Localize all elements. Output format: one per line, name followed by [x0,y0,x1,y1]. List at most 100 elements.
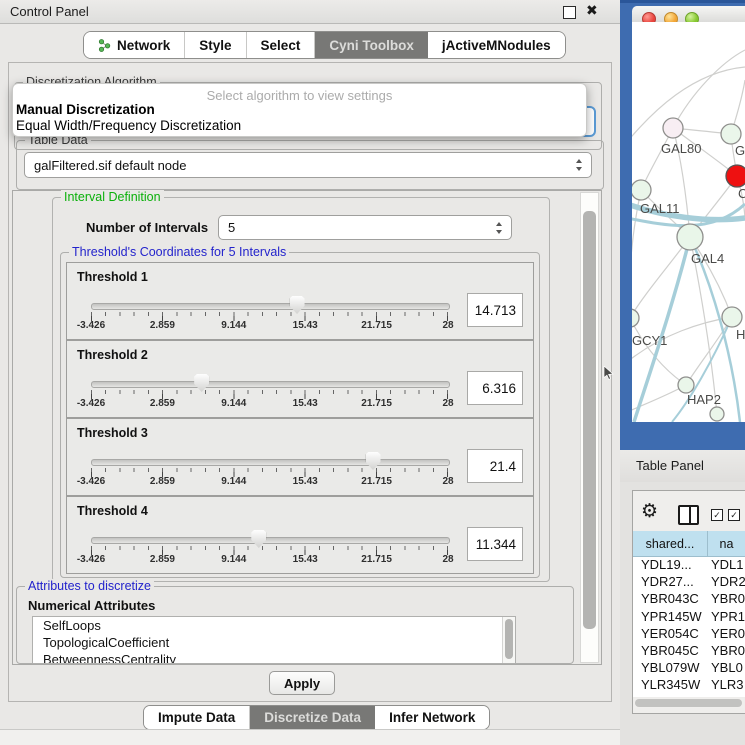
attribute-list-item[interactable]: SelfLoops [33,617,515,634]
network-node[interactable] [632,309,639,327]
table-header-row: shared... na [633,531,745,557]
table-cell[interactable]: YBL0 [708,660,745,677]
table-row[interactable]: YLR345WYLR3 [633,677,745,694]
table-cell[interactable]: YBR043C [633,591,708,608]
tab-jactivemnodules[interactable]: jActiveMNodules [428,32,565,58]
tab-cyni-toolbox[interactable]: Cyni Toolbox [315,32,428,58]
table-horizontal-scrollbar[interactable] [634,698,744,708]
attribute-list-item[interactable]: TopologicalCoefficient [33,634,515,651]
network-node[interactable] [632,180,651,200]
table-row[interactable]: YIL052CYIL0 [633,695,745,698]
table-cell[interactable]: YIL052C [633,695,708,698]
algorithm-popup-hint: Select algorithm to view settings [13,88,586,103]
table-cell[interactable]: YLR3 [708,677,745,694]
threshold-panel-3: Threshold 3 -3.4262.8599.14415.4321.7152… [66,418,534,496]
network-node[interactable] [721,124,741,144]
interval-definition-label: Interval Definition [61,190,164,204]
table-cell[interactable]: YIL0 [708,695,745,698]
node-table: shared... na YDL19...YDL1YDR27...YDR2YBR… [633,531,745,697]
table-row[interactable]: YER054CYER0 [633,626,745,643]
network-icon [98,39,111,52]
tab-network[interactable]: Network [84,32,185,58]
checkbox-icon-2[interactable]: ✓ [728,509,740,521]
column-header-shared-name[interactable]: shared... [633,531,708,556]
tab-select[interactable]: Select [247,32,316,58]
slider-track[interactable] [91,459,450,466]
slider-track[interactable] [91,303,450,310]
network-node-label: GAL11 [640,201,680,216]
tab-impute-data[interactable]: Impute Data [144,706,250,729]
close-icon[interactable]: ✖ [586,2,598,19]
threshold-label: Threshold 2 [77,348,148,362]
threshold-value-box[interactable]: 21.4 [467,449,523,483]
float-window-icon[interactable] [563,6,576,19]
slider-track[interactable] [91,381,450,388]
numerical-attributes-heading: Numerical Attributes [28,598,155,613]
scrollbar-thumb[interactable] [635,699,742,707]
network-node[interactable] [710,407,724,421]
column-header-name[interactable]: na [708,531,745,556]
settings-vertical-scrollbar[interactable] [580,192,599,663]
table-row[interactable]: YBR043CYBR0 [633,591,745,608]
threshold-value-box[interactable]: 14.713 [467,293,523,327]
table-cell[interactable]: YDR2 [708,574,745,591]
table-cell[interactable]: YLR345W [633,677,708,694]
threshold-panel-2: Threshold 2 -3.4262.8599.14415.4321.7152… [66,340,534,418]
attributes-scrollbar[interactable] [502,617,515,663]
table-cell[interactable]: YBR0 [708,591,745,608]
table-cell[interactable]: YBR045C [633,643,708,660]
table-data-combobox[interactable]: galFiltered.sif default node [24,152,592,178]
algorithm-option-manual[interactable]: Manual Discretization [16,102,155,117]
threshold-value-box[interactable]: 11.344 [467,527,523,561]
num-intervals-label: Number of Intervals [86,220,208,235]
tick-label: 15.43 [293,398,318,409]
tab-label: Select [261,38,301,53]
table-cell[interactable]: YDL19... [633,557,708,574]
columns-icon[interactable] [678,505,699,525]
table-cell[interactable]: YBL079W [633,660,708,677]
tab-label: jActiveMNodules [442,38,551,53]
table-cell[interactable]: YPR1 [708,609,745,626]
table-row[interactable]: YDL19...YDL1 [633,557,745,574]
threshold-value-box[interactable]: 6.316 [467,371,523,405]
attributes-listbox[interactable]: SelfLoopsTopologicalCoefficientBetweenne… [32,616,516,664]
slider-track[interactable] [91,537,450,544]
network-canvas[interactable]: GAL80GACGAL11GAL4GCY1HHAP2 [632,22,745,422]
slider-tick-labels: -3.4262.8599.14415.4321.71528 [91,398,448,410]
bottom-tabbar: Impute Data Discretize Data Infer Networ… [143,705,490,730]
table-row[interactable]: YPR145WYPR1 [633,609,745,626]
scrollbar-thumb[interactable] [583,211,596,629]
network-node-label: GAL4 [691,251,724,266]
table-cell[interactable]: YPR145W [633,609,708,626]
tick-label: 15.43 [293,554,318,565]
network-node[interactable] [722,307,742,327]
tick-label: 21.715 [361,554,392,565]
network-node[interactable] [678,377,694,393]
table-row[interactable]: YDR27...YDR2 [633,574,745,591]
checkbox-icon-1[interactable]: ✓ [711,509,723,521]
tick-label: 2.859 [150,554,175,565]
attribute-list-item[interactable]: BetweennessCentrality [33,651,515,664]
network-node[interactable] [677,224,703,250]
tick-label: 2.859 [150,398,175,409]
panel-title: Control Panel [10,4,89,19]
network-node[interactable] [726,165,745,187]
tab-label: Cyni Toolbox [329,38,414,53]
table-cell[interactable]: YDL1 [708,557,745,574]
network-node[interactable] [663,118,683,138]
apply-button[interactable]: Apply [269,671,335,695]
tab-infer-network[interactable]: Infer Network [375,706,489,729]
algorithm-option-equal-width[interactable]: Equal Width/Frequency Discretization [16,118,241,133]
table-row[interactable]: YBR045CYBR0 [633,643,745,660]
table-cell[interactable]: YER0 [708,626,745,643]
tab-style[interactable]: Style [185,32,246,58]
gear-icon[interactable]: ⚙ [641,500,658,523]
algorithm-popup: Select algorithm to view settings Manual… [12,83,587,137]
table-cell[interactable]: YDR27... [633,574,708,591]
tab-discretize-data[interactable]: Discretize Data [250,706,375,729]
table-row[interactable]: YBL079WYBL0 [633,660,745,677]
scrollbar-thumb[interactable] [505,619,513,659]
num-intervals-combobox[interactable]: 5 [218,215,512,240]
table-cell[interactable]: YBR0 [708,643,745,660]
table-cell[interactable]: YER054C [633,626,708,643]
